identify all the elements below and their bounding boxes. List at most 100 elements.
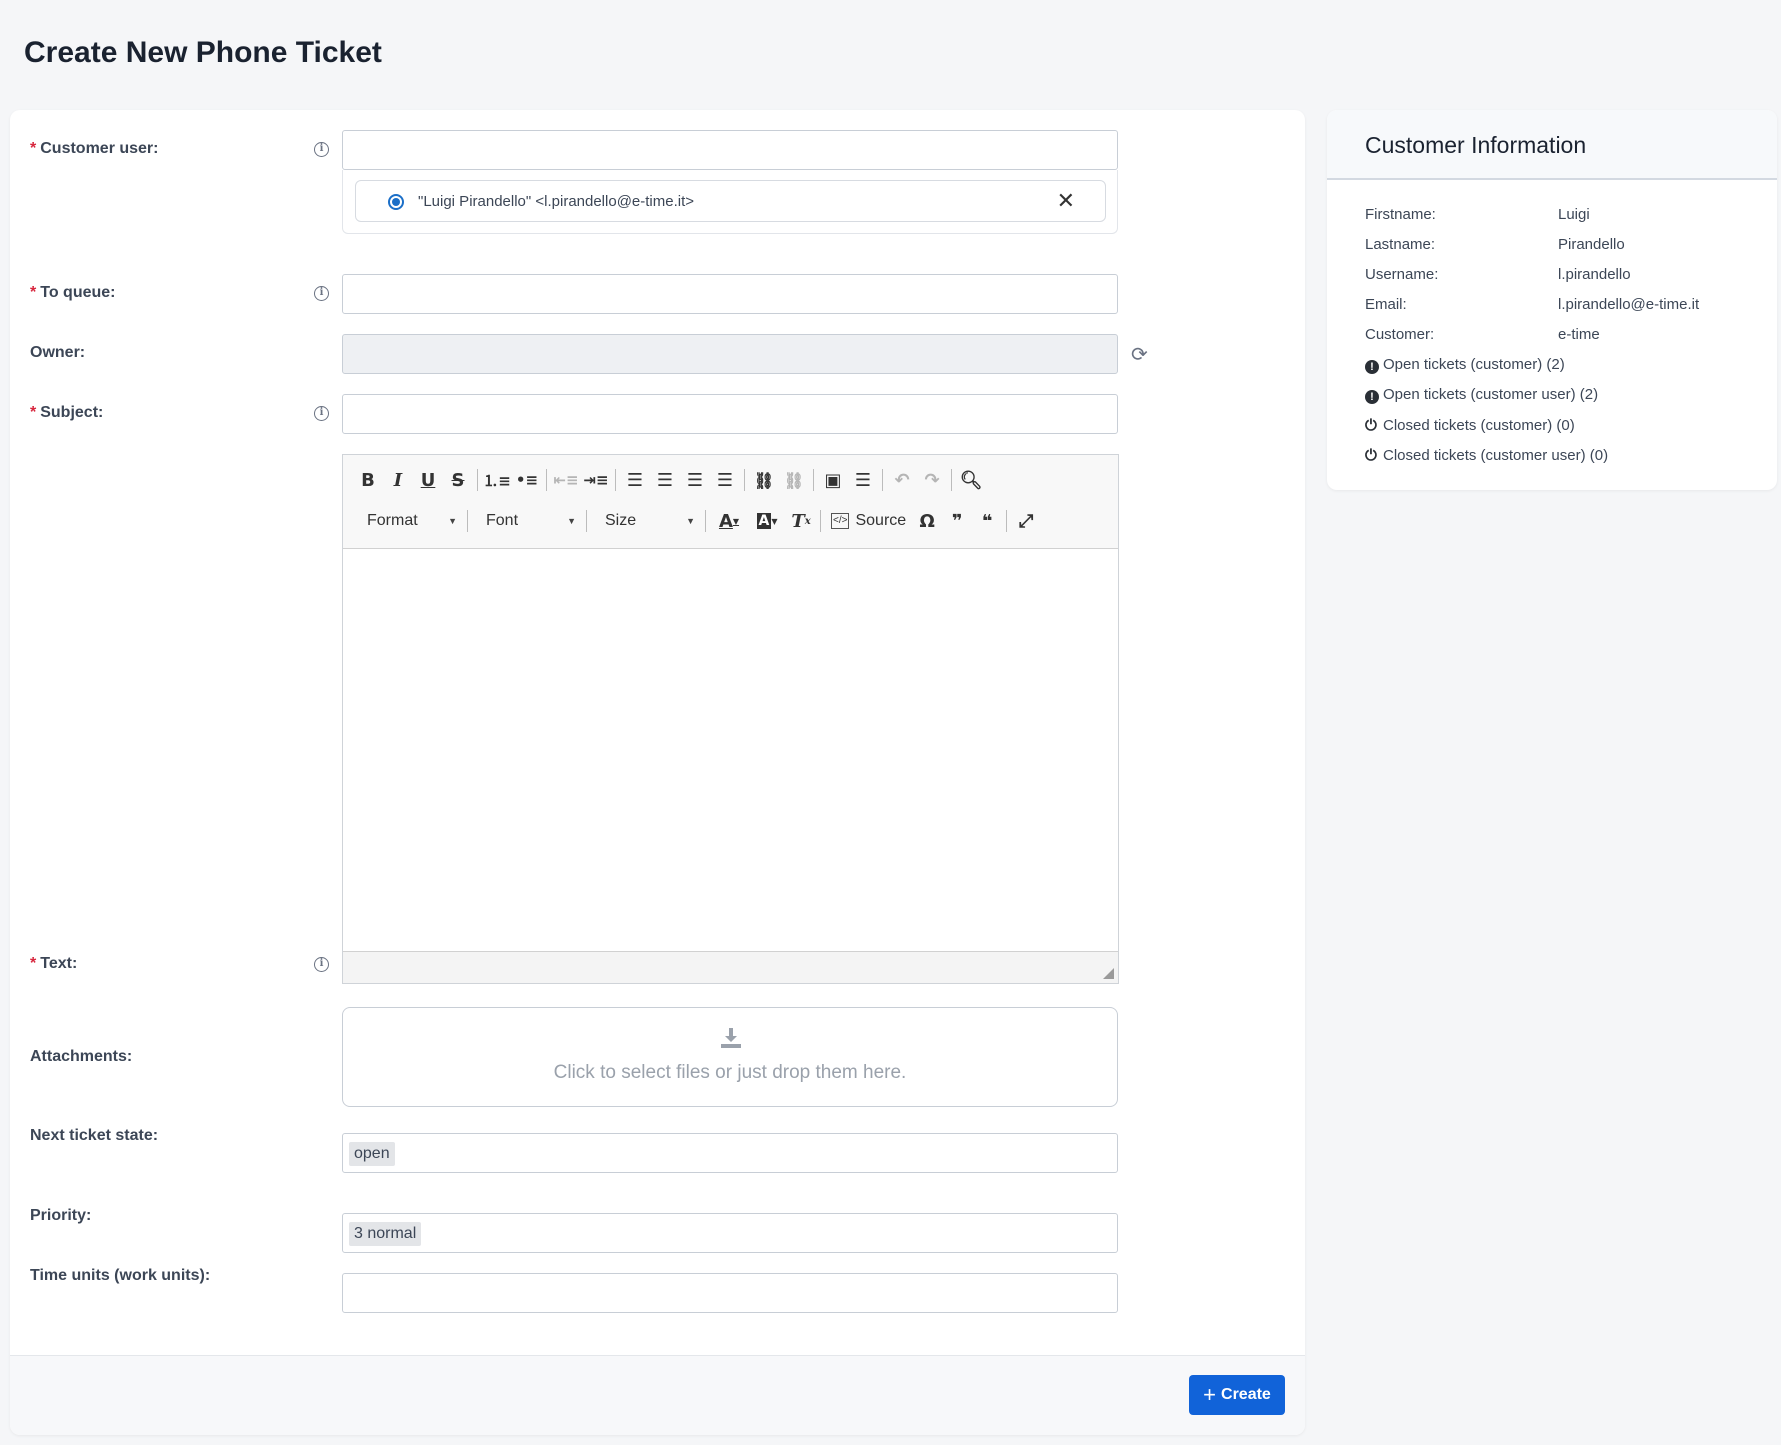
toolbar-separator: [705, 510, 706, 532]
undo-icon[interactable]: ↶: [887, 465, 917, 495]
info-icon[interactable]: i: [314, 286, 329, 301]
rich-text-editor: B I U S ⒈≡ •≡ ⇤≡ ⇥≡ ☰ ☰ ☰ ☰ ⛓ ⛓ ▣ ☰ ↶ ↷ …: [342, 454, 1119, 984]
owner-select: [342, 334, 1118, 374]
align-right-icon[interactable]: ☰: [680, 465, 710, 495]
dropzone-text: Click to select files or just drop them …: [553, 1062, 907, 1083]
subject-label: * Subject:: [30, 404, 104, 421]
info-row: Customer: e-time: [1365, 326, 1600, 343]
closed-tickets-customer-user-link[interactable]: ⏻ Closed tickets (customer user) (0): [1365, 446, 1608, 464]
format-dropdown[interactable]: Format ▼: [353, 506, 463, 536]
info-icon[interactable]: i: [314, 957, 329, 972]
toolbar-separator: [882, 469, 883, 491]
info-row: Username: l.pirandello: [1365, 266, 1631, 283]
text-color-icon[interactable]: A ▼: [710, 506, 748, 536]
toolbar-separator: [820, 510, 821, 532]
selected-radio-icon[interactable]: [388, 194, 404, 210]
horizontal-line-icon[interactable]: ☰: [848, 465, 878, 495]
toolbar-separator: [467, 510, 468, 532]
to-queue-select[interactable]: [342, 274, 1118, 314]
closed-tickets-customer-link[interactable]: ⏻ Closed tickets (customer) (0): [1365, 416, 1575, 434]
toolbar-separator: [744, 469, 745, 491]
indent-icon[interactable]: ⇥≡: [581, 465, 611, 495]
open-tickets-customer-user-link[interactable]: ! Open tickets (customer user) (2): [1365, 386, 1598, 404]
download-icon: [721, 1028, 741, 1048]
owner-label: Owner:: [30, 344, 86, 361]
form-footer: + Create: [10, 1355, 1305, 1435]
selected-customer-text: "Luigi Pirandello" <l.pirandello@e-time.…: [418, 193, 695, 210]
underline-icon[interactable]: U: [413, 465, 443, 495]
exclamation-icon: !: [1365, 390, 1379, 404]
source-icon: </>: [831, 513, 850, 529]
numbered-list-icon[interactable]: ⒈≡: [482, 465, 512, 495]
editor-toolbar: B I U S ⒈≡ •≡ ⇤≡ ⇥≡ ☰ ☰ ☰ ☰ ⛓ ⛓ ▣ ☰ ↶ ↷ …: [343, 455, 1118, 549]
toolbar-separator: [813, 469, 814, 491]
link-icon[interactable]: ⛓: [749, 465, 779, 495]
search-icon[interactable]: 🔍︎: [956, 465, 986, 495]
customer-user-input[interactable]: [342, 130, 1118, 170]
toolbar-separator: [615, 469, 616, 491]
selected-customer-chip: "Luigi Pirandello" <l.pirandello@e-time.…: [355, 180, 1106, 222]
customer-information-title: Customer Information: [1365, 132, 1587, 158]
toolbar-separator: [586, 510, 587, 532]
next-state-label: Next ticket state:: [30, 1127, 159, 1144]
next-state-select[interactable]: open: [342, 1133, 1118, 1173]
close-icon[interactable]: ✕: [1057, 189, 1075, 214]
text-label: * Text:: [30, 955, 78, 972]
info-row: Lastname: Pirandello: [1365, 236, 1625, 253]
resize-handle-icon[interactable]: [1103, 968, 1114, 979]
strikethrough-icon[interactable]: S: [443, 465, 473, 495]
image-icon[interactable]: ▣: [818, 465, 848, 495]
maximize-icon[interactable]: ⤢: [1011, 506, 1041, 536]
toolbar-separator: [546, 469, 547, 491]
customer-information-header: Customer Information: [1327, 110, 1777, 180]
remove-format-icon[interactable]: Tx: [786, 506, 816, 536]
editor-status-bar: [343, 951, 1118, 983]
unlink-icon[interactable]: ⛓: [779, 465, 809, 495]
subject-input[interactable]: [342, 394, 1118, 434]
blockquote-remove-icon[interactable]: ❝: [972, 506, 1002, 536]
blockquote-icon[interactable]: ❞: [942, 506, 972, 536]
time-units-label: Time units (work units):: [30, 1267, 211, 1284]
align-left-icon[interactable]: ☰: [620, 465, 650, 495]
font-dropdown[interactable]: Font ▼: [472, 506, 582, 536]
attachments-label: Attachments:: [30, 1048, 133, 1065]
power-icon: ⏻: [1365, 446, 1377, 464]
to-queue-label: * To queue:: [30, 284, 116, 301]
toolbar-separator: [951, 469, 952, 491]
open-tickets-customer-link[interactable]: ! Open tickets (customer) (2): [1365, 356, 1565, 374]
exclamation-icon: !: [1365, 360, 1379, 374]
priority-label: Priority:: [30, 1207, 92, 1224]
special-character-icon[interactable]: Ω: [912, 506, 942, 536]
redo-icon[interactable]: ↷: [917, 465, 947, 495]
justify-icon[interactable]: ☰: [710, 465, 740, 495]
bulleted-list-icon[interactable]: •≡: [512, 465, 542, 495]
bold-icon[interactable]: B: [353, 465, 383, 495]
background-color-icon[interactable]: A ▼: [748, 506, 786, 536]
customer-user-selection-list: "Luigi Pirandello" <l.pirandello@e-time.…: [342, 170, 1118, 234]
toolbar-separator: [477, 469, 478, 491]
time-units-input[interactable]: [342, 1273, 1118, 1313]
info-icon[interactable]: i: [314, 406, 329, 421]
editor-body[interactable]: [343, 549, 1118, 951]
outdent-icon[interactable]: ⇤≡: [551, 465, 581, 495]
info-row: Firstname: Luigi: [1365, 206, 1590, 223]
attachments-dropzone[interactable]: Click to select files or just drop them …: [342, 1007, 1118, 1107]
power-icon: ⏻: [1365, 416, 1377, 434]
align-center-icon[interactable]: ☰: [650, 465, 680, 495]
plus-icon: +: [1203, 1382, 1217, 1407]
next-state-value: open: [349, 1142, 395, 1166]
priority-select[interactable]: 3 normal: [342, 1213, 1118, 1253]
create-button[interactable]: + Create: [1189, 1375, 1285, 1415]
info-icon[interactable]: i: [314, 142, 329, 157]
toolbar-separator: [1006, 510, 1008, 532]
info-row: Email: l.pirandello@e-time.it: [1365, 296, 1700, 313]
size-dropdown[interactable]: Size ▼: [591, 506, 701, 536]
refresh-icon[interactable]: ⟳: [1131, 342, 1148, 366]
customer-information-card: Customer Information Firstname: Luigi Las…: [1327, 110, 1777, 490]
source-button[interactable]: </> Source: [825, 512, 912, 530]
italic-icon[interactable]: I: [383, 465, 413, 495]
ticket-form-card: * Customer user: i "Luigi Pirandello" <l.…: [10, 110, 1305, 1435]
customer-user-label: * Customer user:: [30, 140, 159, 157]
priority-value: 3 normal: [349, 1222, 422, 1246]
page-title: Create New Phone Ticket: [24, 36, 382, 69]
